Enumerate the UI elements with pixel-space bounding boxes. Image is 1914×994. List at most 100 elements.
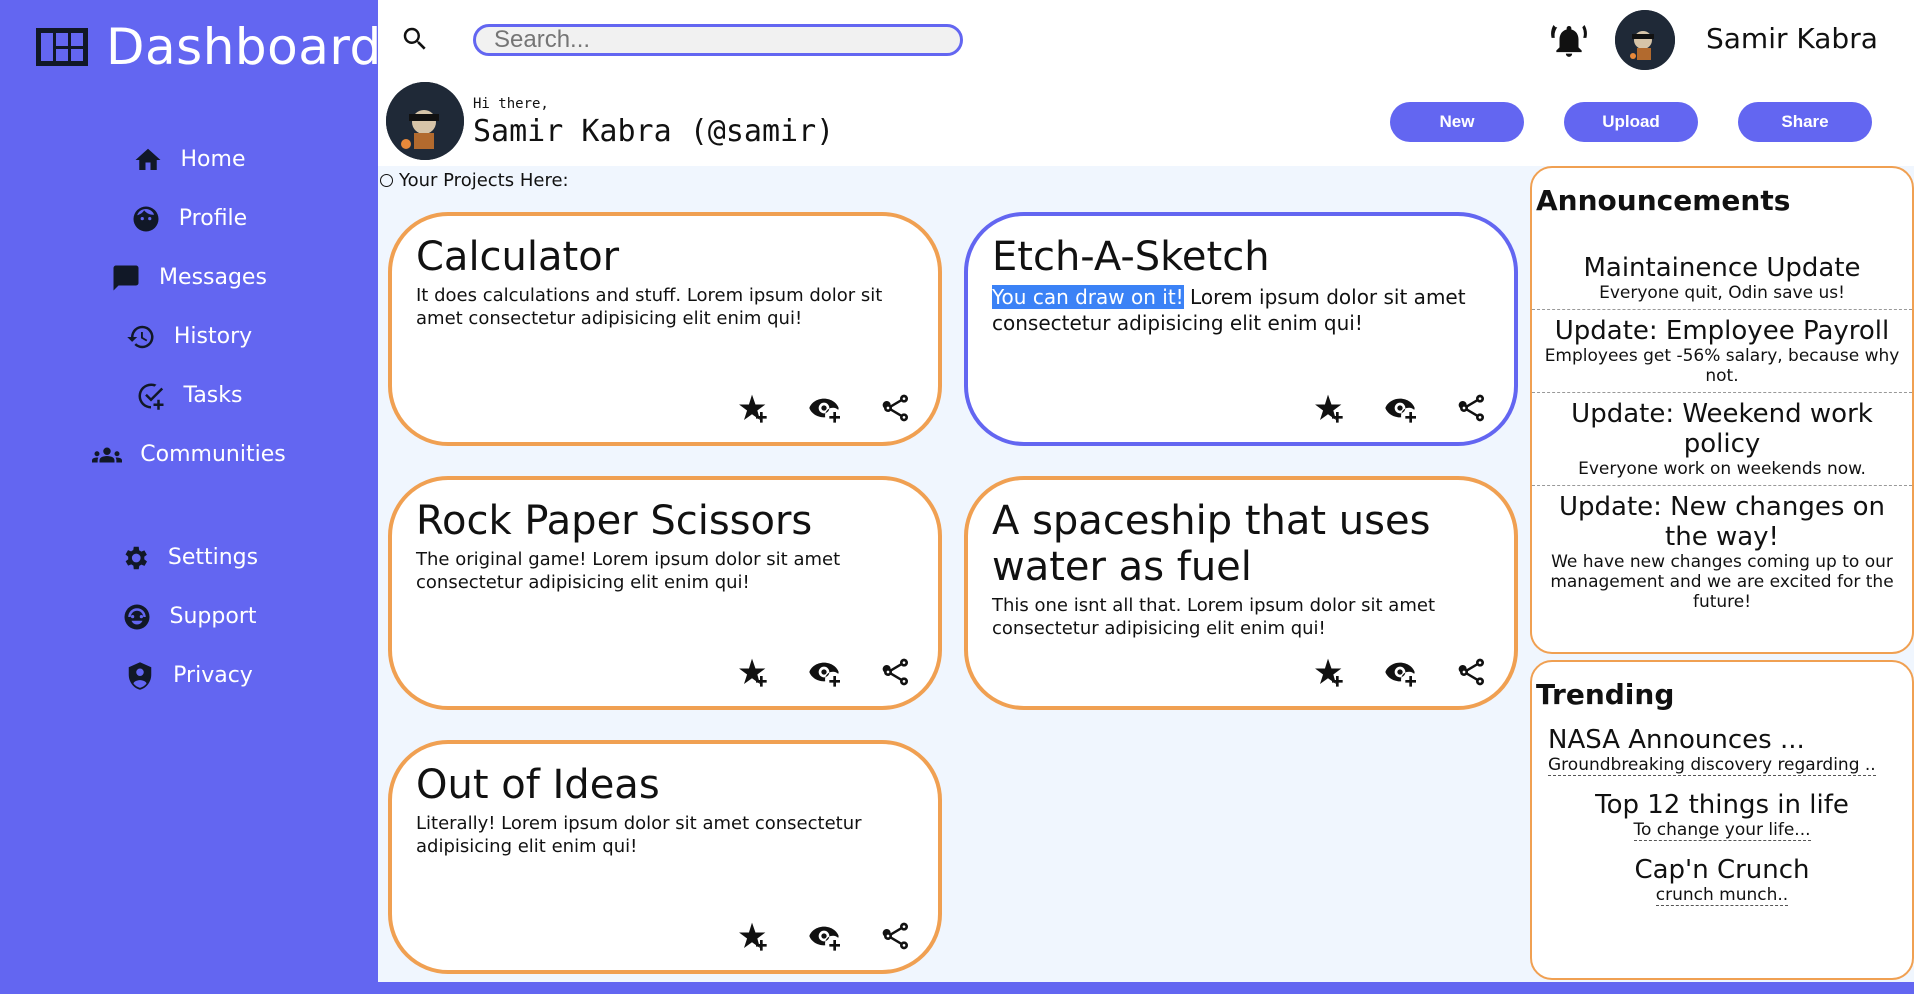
sidebar-item-label: Profile: [178, 206, 248, 231]
card-actions: [736, 920, 912, 952]
eye-add-icon[interactable]: [808, 920, 840, 952]
avatar: [386, 82, 464, 160]
announcement-title: Update: New changes on the way!: [1558, 492, 1886, 552]
card-actions: [1312, 392, 1488, 424]
sidebar-item-label: Tasks: [183, 383, 243, 408]
shield-icon: [128, 661, 152, 690]
trending-item-subtitle: crunch munch..: [1655, 885, 1789, 906]
selected-text: You can draw on it!: [992, 285, 1184, 309]
brand[interactable]: Dashboard: [36, 18, 382, 76]
announcement-item[interactable]: Update: Employee Payroll Employees get -…: [1532, 310, 1912, 393]
projects-label: Your Projects Here:: [380, 170, 569, 191]
project-card-etch-a-sketch[interactable]: Etch-A-Sketch You can draw on it! Lorem …: [964, 212, 1518, 446]
chat-icon: [113, 265, 139, 290]
sidebar-item-profile[interactable]: Profile: [131, 189, 247, 248]
sidebar-item-label: Privacy: [173, 663, 253, 688]
sidebar-item-settings[interactable]: Settings: [120, 528, 258, 587]
announcement-item[interactable]: Maintainence Update Everyone quit, Odin …: [1532, 247, 1912, 310]
sidebar-item-messages[interactable]: Messages: [111, 248, 267, 307]
share-icon[interactable]: [880, 656, 912, 688]
new-button[interactable]: New: [1390, 102, 1524, 142]
group-icon: [92, 447, 123, 462]
sidebar-item-tasks[interactable]: Tasks: [136, 366, 243, 425]
announcement-text: We have new changes coming up to our man…: [1550, 552, 1894, 612]
sidebar-item-support[interactable]: Support: [122, 587, 257, 646]
card-title: Rock Paper Scissors: [416, 498, 813, 544]
greeting-bar: Hi there, Samir Kabra (@samir) New Uploa…: [378, 80, 1914, 166]
list-bullet-icon: [380, 174, 393, 187]
trending-item-subtitle: To change your life...: [1633, 820, 1811, 841]
sidebar-item-label: Home: [180, 147, 246, 172]
trending-title: Trending: [1536, 678, 1675, 711]
announcement-item[interactable]: Update: Weekend work policy Everyone wor…: [1532, 393, 1912, 486]
share-button[interactable]: Share: [1738, 102, 1872, 142]
dashboard-grid-icon: [36, 28, 88, 66]
sidebar-nav-primary: Home Profile Messages History Tasks Comm…: [0, 130, 378, 484]
avatar[interactable]: [1615, 10, 1675, 70]
sidebar-item-communities[interactable]: Communities: [92, 425, 286, 484]
star-add-icon[interactable]: [736, 392, 768, 424]
announcement-text: Everyone quit, Odin save us!: [1599, 283, 1845, 303]
star-add-icon[interactable]: [736, 920, 768, 952]
announcements-title: Announcements: [1536, 184, 1791, 217]
announcement-text: Everyone work on weekends now.: [1578, 459, 1866, 479]
card-description: It does calculations and stuff. Lorem ip…: [416, 285, 883, 330]
card-description: The original game! Lorem ipsum dolor sit…: [416, 549, 841, 594]
eye-add-icon[interactable]: [808, 392, 840, 424]
announcement-title: Update: Weekend work policy: [1571, 399, 1873, 459]
sidebar-nav-secondary: Settings Support Privacy: [0, 528, 378, 705]
card-title: Out of Ideas: [416, 762, 660, 808]
share-icon[interactable]: [880, 392, 912, 424]
share-icon[interactable]: [1456, 392, 1488, 424]
star-add-icon[interactable]: [1312, 656, 1344, 688]
sidebar-item-privacy[interactable]: Privacy: [125, 646, 253, 705]
project-card-out-of-ideas[interactable]: Out of Ideas Literally! Lorem ipsum dolo…: [388, 740, 942, 974]
eye-add-icon[interactable]: [1384, 656, 1416, 688]
sidebar-item-history[interactable]: History: [126, 307, 252, 366]
sidebar: Dashboard Home Profile Messages History …: [0, 0, 381, 994]
project-card-calculator[interactable]: Calculator It does calculations and stuf…: [388, 212, 942, 446]
sidebar-item-label: Messages: [159, 265, 267, 290]
share-icon[interactable]: [880, 920, 912, 952]
announcements-panel: Announcements Maintainence Update Everyo…: [1530, 166, 1914, 654]
card-title: Calculator: [416, 234, 620, 280]
greeting-small: Hi there,: [473, 96, 549, 112]
card-actions: [1312, 656, 1488, 688]
bell-icon[interactable]: [1550, 22, 1588, 60]
announcement-item[interactable]: Update: New changes on the way! We have …: [1532, 486, 1912, 618]
greeting-name: Samir Kabra (@samir): [473, 114, 835, 149]
card-actions: [736, 656, 912, 688]
card-title: Etch-A-Sketch: [992, 234, 1270, 280]
support-icon: [124, 604, 150, 629]
top-username[interactable]: Samir Kabra: [1706, 22, 1878, 55]
project-card-rock-paper-scissors[interactable]: Rock Paper Scissors The original game! L…: [388, 476, 942, 710]
card-actions: [736, 392, 912, 424]
gear-icon: [125, 546, 147, 569]
announcement-text: Employees get -56% salary, because why n…: [1544, 346, 1900, 386]
trending-item[interactable]: Top 12 things in life To change your lif…: [1532, 790, 1912, 841]
announcement-title: Maintainence Update: [1583, 253, 1861, 283]
project-card-spaceship[interactable]: A spaceship that uses water as fuel This…: [964, 476, 1518, 710]
trending-panel: Trending NASA Announces ... Groundbreaki…: [1530, 660, 1914, 980]
star-add-icon[interactable]: [1312, 392, 1344, 424]
main-content: Your Projects Here: Calculator It does c…: [378, 166, 1914, 982]
eye-add-icon[interactable]: [1384, 392, 1416, 424]
sidebar-item-home[interactable]: Home: [133, 130, 246, 189]
sidebar-item-label: Communities: [140, 442, 286, 467]
home-icon: [135, 148, 161, 170]
eye-add-icon[interactable]: [808, 656, 840, 688]
upload-button[interactable]: Upload: [1564, 102, 1698, 142]
star-add-icon[interactable]: [736, 656, 768, 688]
sidebar-item-label: History: [173, 324, 253, 349]
search-icon[interactable]: [400, 24, 430, 54]
search-input[interactable]: [473, 24, 963, 56]
sidebar-item-label: Support: [169, 604, 257, 629]
trending-item-title: Cap'n Crunch: [1634, 855, 1810, 885]
trending-item[interactable]: Cap'n Crunch crunch munch..: [1532, 855, 1912, 906]
trending-item[interactable]: NASA Announces ... Groundbreaking discov…: [1548, 725, 1912, 776]
trending-item-subtitle: Groundbreaking discovery regarding ..: [1548, 755, 1876, 776]
task-check-icon: [138, 382, 164, 410]
history-icon: [127, 325, 154, 348]
share-icon[interactable]: [1456, 656, 1488, 688]
card-description: You can draw on it! Lorem ipsum dolor si…: [992, 285, 1466, 335]
